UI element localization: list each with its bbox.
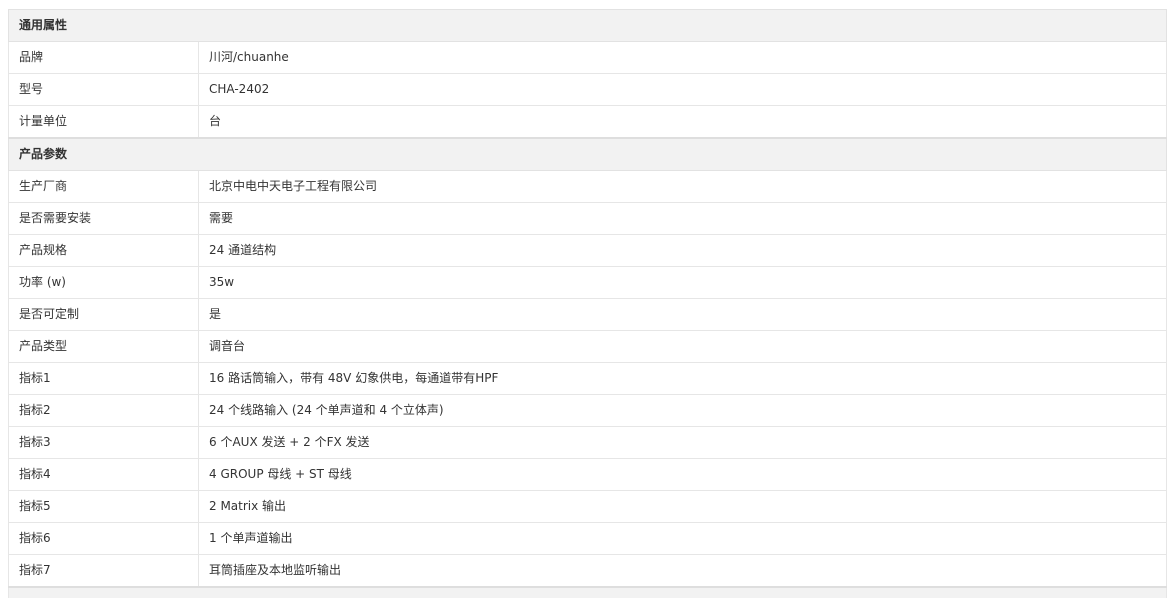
attr-name: 指标5 bbox=[8, 490, 199, 523]
attr-value: 需要 bbox=[197, 202, 1168, 235]
attr-name: 是否可定制 bbox=[8, 298, 199, 331]
attr-value: 35w bbox=[197, 266, 1168, 299]
table-row: 计量单位 台 bbox=[8, 105, 1168, 139]
table-row: 品牌 川河/chuanhe bbox=[8, 41, 1168, 74]
section-header-general: 通用属性 bbox=[7, 9, 1168, 42]
attr-value: 24 个线路输入 (24 个单声道和 4 个立体声) bbox=[197, 394, 1168, 427]
attr-name: 指标3 bbox=[8, 426, 199, 459]
attr-value: 1 个单声道输出 bbox=[197, 522, 1168, 555]
attr-value: 16 路话筒输入，带有 48V 幻象供电，每通道带有HPF bbox=[197, 362, 1168, 395]
attr-name: 功率 (w) bbox=[8, 266, 199, 299]
table-row: 产品规格 24 通道结构 bbox=[8, 234, 1168, 267]
table-row: 产品类型 调音台 bbox=[8, 330, 1168, 363]
attr-name: 生产厂商 bbox=[8, 170, 199, 203]
section-header-next bbox=[7, 586, 1168, 598]
attr-name: 型号 bbox=[8, 73, 199, 106]
table-row: 指标2 24 个线路输入 (24 个单声道和 4 个立体声) bbox=[8, 394, 1168, 427]
attr-value: 调音台 bbox=[197, 330, 1168, 363]
attr-value: 台 bbox=[197, 105, 1168, 139]
table-row: 型号 CHA-2402 bbox=[8, 73, 1168, 106]
attr-name: 产品规格 bbox=[8, 234, 199, 267]
table-row: 是否可定制 是 bbox=[8, 298, 1168, 331]
attr-name: 指标7 bbox=[8, 554, 199, 588]
table-row: 是否需要安装 需要 bbox=[8, 202, 1168, 235]
attr-value: CHA-2402 bbox=[197, 73, 1168, 106]
section-title: 产品参数 bbox=[7, 137, 1168, 171]
attr-value: 24 通道结构 bbox=[197, 234, 1168, 267]
attr-value: 耳筒插座及本地监听输出 bbox=[197, 554, 1168, 588]
section-header-cutoff bbox=[7, 586, 1168, 598]
attr-value: 2 Matrix 输出 bbox=[197, 490, 1168, 523]
attr-name: 指标6 bbox=[8, 522, 199, 555]
attr-name: 指标2 bbox=[8, 394, 199, 427]
attr-value: 北京中电中天电子工程有限公司 bbox=[197, 170, 1168, 203]
attr-value: 6 个AUX 发送 + 2 个FX 发送 bbox=[197, 426, 1168, 459]
spec-table: 通用属性 品牌 川河/chuanhe 型号 CHA-2402 计量单位 台 产品… bbox=[7, 9, 1168, 598]
table-row: 指标4 4 GROUP 母线 + ST 母线 bbox=[8, 458, 1168, 491]
table-row: 指标5 2 Matrix 输出 bbox=[8, 490, 1168, 523]
attr-name: 品牌 bbox=[8, 41, 199, 74]
table-row: 功率 (w) 35w bbox=[8, 266, 1168, 299]
attr-value: 川河/chuanhe bbox=[197, 41, 1168, 74]
attr-name: 计量单位 bbox=[8, 105, 199, 139]
attr-name: 指标4 bbox=[8, 458, 199, 491]
attr-name: 指标1 bbox=[8, 362, 199, 395]
table-row: 指标3 6 个AUX 发送 + 2 个FX 发送 bbox=[8, 426, 1168, 459]
table-row: 指标1 16 路话筒输入，带有 48V 幻象供电，每通道带有HPF bbox=[8, 362, 1168, 395]
section-title: 通用属性 bbox=[7, 9, 1168, 42]
table-row: 指标6 1 个单声道输出 bbox=[8, 522, 1168, 555]
table-row: 生产厂商 北京中电中天电子工程有限公司 bbox=[8, 170, 1168, 203]
attr-value: 4 GROUP 母线 + ST 母线 bbox=[197, 458, 1168, 491]
attr-name: 是否需要安装 bbox=[8, 202, 199, 235]
attr-name: 产品类型 bbox=[8, 330, 199, 363]
attr-value: 是 bbox=[197, 298, 1168, 331]
section-header-params: 产品参数 bbox=[7, 137, 1168, 171]
table-row: 指标7 耳筒插座及本地监听输出 bbox=[8, 554, 1168, 588]
